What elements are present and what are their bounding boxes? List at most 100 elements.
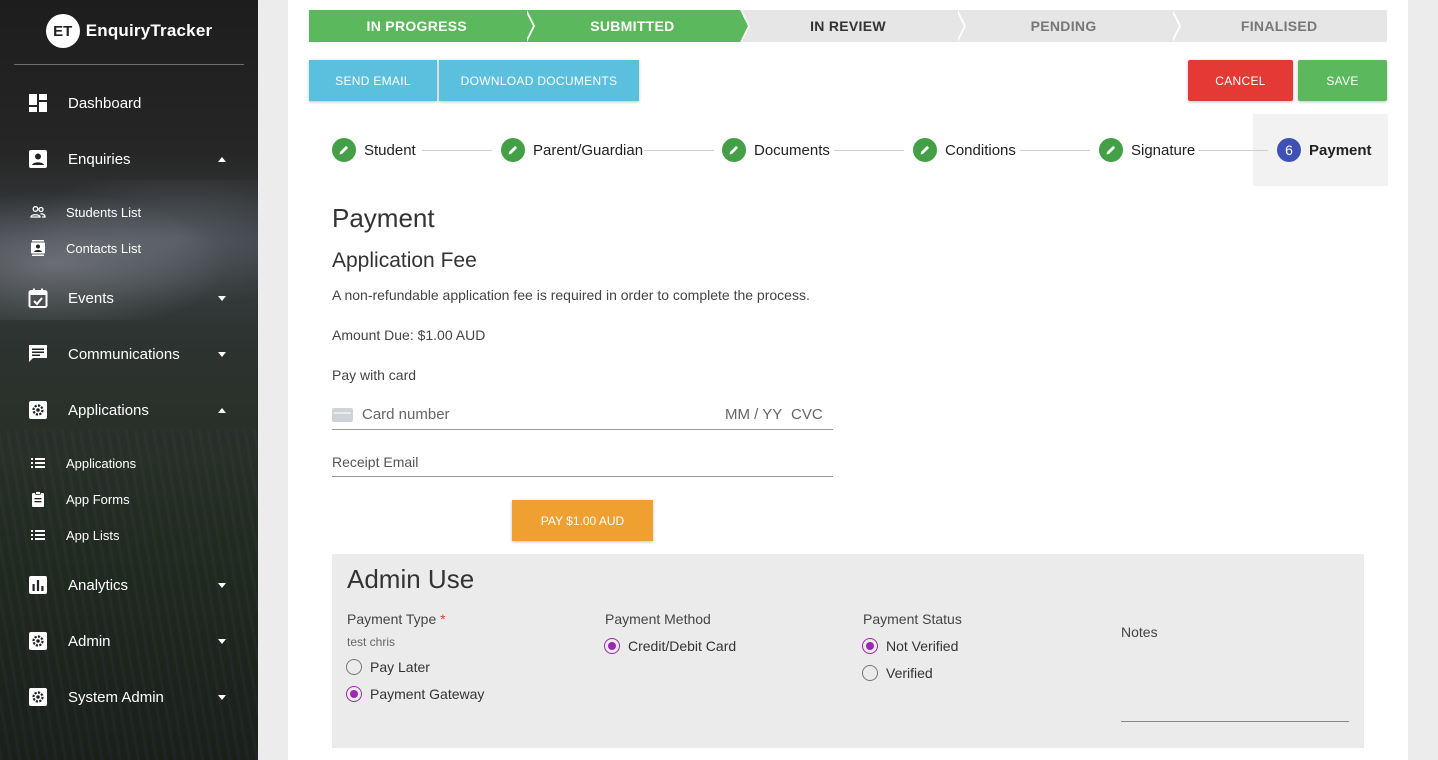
sidebar-subitem-contacts-list[interactable]: Contacts List xyxy=(0,234,258,262)
amount-due: Amount Due: $1.00 AUD xyxy=(332,327,486,343)
step-complete-badge xyxy=(501,138,525,162)
dashboard-icon xyxy=(29,94,47,112)
status-step-label: IN REVIEW xyxy=(810,18,886,34)
chevron-up-icon xyxy=(218,156,226,162)
stepper-step-documents[interactable]: Documents xyxy=(722,138,830,162)
stepper-step-conditions[interactable]: Conditions xyxy=(913,138,1016,162)
sidebar-item-admin[interactable]: Admin xyxy=(0,619,258,663)
message-icon xyxy=(29,345,47,362)
pencil-icon xyxy=(508,145,518,155)
step-complete-badge xyxy=(1099,138,1123,162)
save-button[interactable]: SAVE xyxy=(1298,60,1387,101)
radio-credit-debit-card[interactable]: Credit/Debit Card xyxy=(604,638,736,654)
sidebar-divider xyxy=(14,64,244,65)
sidebar-item-analytics[interactable]: Analytics xyxy=(0,563,258,607)
sidebar-item-enquiries[interactable]: Enquiries xyxy=(0,137,258,181)
radio-circle-checked xyxy=(862,638,878,654)
stepper-step-parent-guardian[interactable]: Parent/Guardian xyxy=(501,138,643,162)
sidebar-item-system-admin[interactable]: System Admin xyxy=(0,675,258,719)
account-box-icon xyxy=(29,150,47,168)
step-label: Payment xyxy=(1309,141,1372,159)
stepper-connector xyxy=(1198,150,1268,151)
radio-label: Credit/Debit Card xyxy=(628,638,737,654)
radio-label: Payment Gateway xyxy=(370,686,485,702)
radio-circle-checked xyxy=(346,686,362,702)
download-documents-button[interactable]: DOWNLOAD DOCUMENTS xyxy=(439,60,639,101)
status-step-in-progress[interactable]: IN PROGRESS xyxy=(309,10,535,42)
sidebar-subitem-label: App Forms xyxy=(66,491,130,507)
status-step-label: PENDING xyxy=(1030,18,1097,34)
step-label: Conditions xyxy=(945,141,1016,159)
contacts-icon xyxy=(31,240,45,256)
app-logo[interactable]: ET EnquiryTracker xyxy=(0,14,258,48)
chevron-down-icon xyxy=(218,694,226,700)
status-step-finalised[interactable]: FINALISED xyxy=(1171,10,1387,42)
radio-label: Pay Later xyxy=(370,659,430,675)
list-icon xyxy=(31,458,45,468)
radio-label: Not Verified xyxy=(886,638,959,654)
pencil-icon xyxy=(339,145,349,155)
settings-box-icon xyxy=(29,688,47,706)
payment-type-helper: test chris xyxy=(347,635,396,649)
payment-type-text: Payment Type xyxy=(347,611,437,627)
sidebar-subitem-label: Applications xyxy=(66,455,137,471)
logo-badge: ET xyxy=(45,14,80,48)
sidebar-item-label: Admin xyxy=(68,632,111,650)
status-chevron xyxy=(955,10,964,42)
admin-use-panel: Admin Use Payment Type * test chris Pay … xyxy=(332,554,1364,748)
status-chevron xyxy=(740,10,749,42)
application-status-bar: IN PROGRESS SUBMITTED IN REVIEW PENDING … xyxy=(309,10,1387,42)
radio-pay-later[interactable]: Pay Later xyxy=(346,659,430,675)
payment-status-label: Payment Status xyxy=(863,611,962,627)
status-step-in-review[interactable]: IN REVIEW xyxy=(740,10,966,42)
radio-label: Verified xyxy=(886,665,933,681)
sidebar-subitem-students-list[interactable]: Students List xyxy=(0,198,258,226)
status-step-label: FINALISED xyxy=(1240,18,1318,34)
step-complete-badge xyxy=(332,138,356,162)
radio-payment-gateway[interactable]: Payment Gateway xyxy=(346,686,484,702)
clipboard-icon xyxy=(32,491,44,507)
sidebar: ET EnquiryTracker Dashboard Enquiries St… xyxy=(0,0,258,760)
card-input[interactable]: Card number MM / YY CVC xyxy=(332,402,833,430)
receipt-email-field xyxy=(332,452,833,477)
sidebar-item-events[interactable]: Events xyxy=(0,276,258,320)
sidebar-item-communications[interactable]: Communications xyxy=(0,332,258,376)
stepper-step-signature[interactable]: Signature xyxy=(1099,138,1195,162)
stepper-connector xyxy=(644,150,714,151)
card-number-placeholder: Card number xyxy=(362,406,450,423)
sidebar-subitem-applications[interactable]: Applications xyxy=(0,449,258,477)
stepper-step-payment[interactable]: 6 Payment xyxy=(1277,138,1372,162)
chevron-down-icon xyxy=(218,295,226,301)
status-step-submitted[interactable]: SUBMITTED xyxy=(524,10,751,42)
sidebar-item-label: Communications xyxy=(68,345,180,363)
pay-button[interactable]: PAY $1.00 AUD xyxy=(512,500,653,541)
sidebar-subitem-app-lists[interactable]: App Lists xyxy=(0,521,258,549)
credit-card-icon xyxy=(332,408,353,422)
chevron-up-icon xyxy=(218,407,226,413)
radio-not-verified[interactable]: Not Verified xyxy=(862,638,958,654)
radio-verified[interactable]: Verified xyxy=(862,665,933,681)
cancel-button[interactable]: CANCEL xyxy=(1188,60,1293,101)
sidebar-subitem-label: App Lists xyxy=(66,527,120,543)
expiry-placeholder: MM / YY xyxy=(725,406,783,423)
settings-box-icon xyxy=(29,401,47,419)
chevron-down-icon xyxy=(218,638,226,644)
payment-type-label: Payment Type * xyxy=(347,611,446,627)
sidebar-item-label: Applications xyxy=(68,401,149,419)
notes-input[interactable] xyxy=(1121,721,1349,722)
sidebar-item-applications[interactable]: Applications xyxy=(0,388,258,432)
receipt-email-input[interactable] xyxy=(332,452,833,470)
status-step-pending[interactable]: PENDING xyxy=(955,10,1182,42)
settings-box-icon xyxy=(29,632,47,650)
sidebar-item-label: Events xyxy=(68,289,114,307)
send-email-button[interactable]: SEND EMAIL xyxy=(309,60,437,101)
stepper-step-student[interactable]: Student xyxy=(332,138,416,162)
step-label: Documents xyxy=(754,141,830,159)
pencil-icon xyxy=(920,145,930,155)
sidebar-item-dashboard[interactable]: Dashboard xyxy=(0,81,258,125)
chevron-down-icon xyxy=(218,351,226,357)
pencil-icon xyxy=(729,145,739,155)
required-asterisk: * xyxy=(440,611,446,627)
step-complete-badge xyxy=(913,138,937,162)
sidebar-subitem-app-forms[interactable]: App Forms xyxy=(0,485,258,513)
